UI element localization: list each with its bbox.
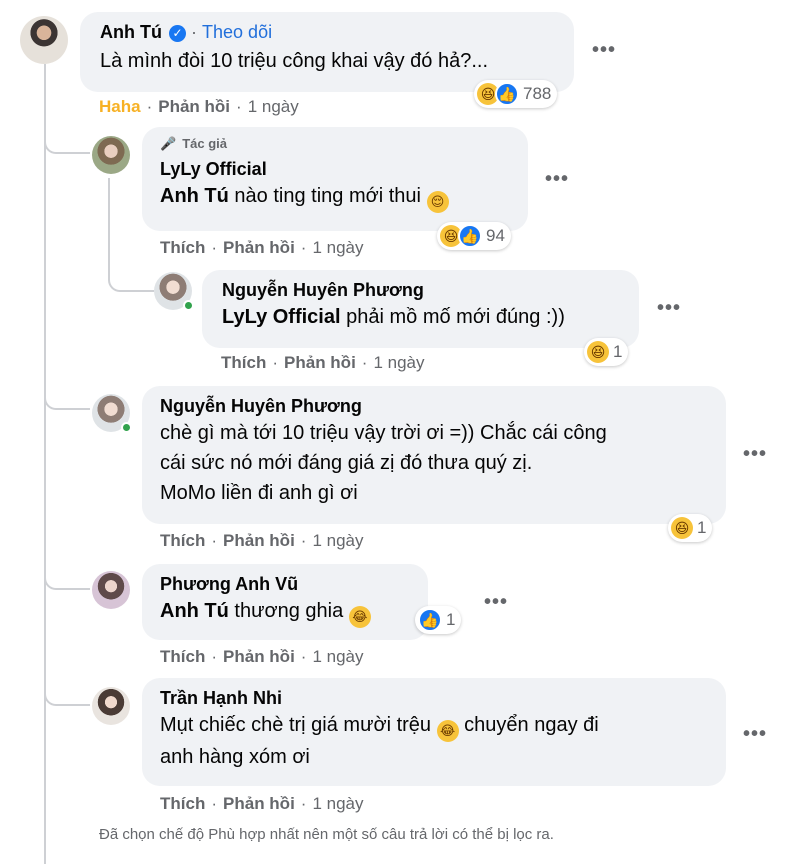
avatar[interactable] bbox=[92, 136, 130, 174]
relieved-emoji-icon: 😌 bbox=[426, 191, 449, 213]
commenter-name[interactable]: Nguyễn Huyên Phương bbox=[222, 278, 627, 302]
avatar[interactable] bbox=[92, 394, 132, 433]
comment-text-line: anh hàng xóm ơi bbox=[160, 746, 310, 768]
online-status-icon bbox=[121, 422, 132, 433]
more-options-icon[interactable]: ••• bbox=[657, 298, 681, 318]
thread-line bbox=[44, 64, 46, 864]
more-options-icon[interactable]: ••• bbox=[484, 592, 508, 612]
reaction-count: 788 bbox=[523, 84, 552, 103]
filter-notice: Đã chọn chế độ Phù hợp nhất nên một số c… bbox=[99, 826, 554, 843]
commenter-name[interactable]: Anh Tú bbox=[100, 22, 162, 42]
commenter-name[interactable]: Nguyễn Huyên Phương bbox=[160, 394, 714, 418]
tears-of-joy-emoji-icon: 😂 bbox=[348, 606, 371, 628]
comment-actions: Thích · Phản hồi · 1 ngày bbox=[160, 238, 364, 258]
like-reaction-icon: 👍 bbox=[418, 608, 442, 632]
like-button[interactable]: Thích bbox=[160, 647, 205, 667]
reaction-count: 1 bbox=[446, 610, 456, 629]
more-options-icon[interactable]: ••• bbox=[545, 169, 569, 189]
reaction-count: 1 bbox=[697, 518, 707, 537]
commenter-name[interactable]: LyLy Official bbox=[160, 157, 516, 181]
reaction-count: 94 bbox=[486, 226, 505, 245]
reply-button[interactable]: Phản hồi bbox=[223, 238, 295, 258]
thread-curve bbox=[44, 128, 90, 154]
avatar[interactable] bbox=[154, 272, 194, 311]
comment-text-line: cái sức nó mới đáng giá zị đó thưa quý z… bbox=[160, 452, 533, 474]
comment-text: Anh Tú nào ting ting mới thui 😌 bbox=[160, 181, 516, 213]
reply-button[interactable]: Phản hồi bbox=[223, 647, 295, 667]
haha-reaction-icon: 😆 bbox=[671, 517, 693, 539]
like-reaction-icon: 👍 bbox=[495, 82, 519, 106]
comment-text-line: MoMo liền đi anh gì ơi bbox=[160, 482, 358, 504]
more-options-icon[interactable]: ••• bbox=[743, 444, 767, 464]
haha-button[interactable]: Haha bbox=[99, 97, 141, 117]
comment-bubble: Phương Anh Vũ Anh Tú thương ghia 😂 bbox=[142, 564, 428, 640]
comment-bubble: Nguyễn Huyên Phương LyLy Official phải m… bbox=[202, 270, 639, 348]
more-options-icon[interactable]: ••• bbox=[743, 724, 767, 744]
comment-bubble: 🎤 Tác giả LyLy Official Anh Tú nào ting … bbox=[142, 127, 528, 231]
reply-button[interactable]: Phản hồi bbox=[223, 794, 295, 814]
more-options-icon[interactable]: ••• bbox=[592, 40, 616, 60]
thread-line-nested bbox=[108, 178, 110, 278]
comment-text-line: Mụt chiếc chè trị giá mười trệu 😂 chuyển… bbox=[160, 710, 714, 742]
follow-link[interactable]: Theo dõi bbox=[202, 22, 272, 42]
microphone-icon: 🎤 bbox=[160, 136, 177, 151]
comment-text: LyLy Official phải mồ mố mới đúng :)) bbox=[222, 306, 565, 328]
avatar[interactable] bbox=[20, 16, 68, 64]
comment-text: Là mình đòi 10 triệu công khai vậy đó hả… bbox=[100, 50, 489, 72]
tears-of-joy-emoji-icon: 😂 bbox=[436, 720, 459, 742]
comment-actions: Thích · Phản hồi · 1 ngày bbox=[160, 531, 364, 551]
comment-bubble: Trần Hạnh Nhi Mụt chiếc chè trị giá mười… bbox=[142, 678, 726, 786]
thread-curve bbox=[44, 384, 90, 410]
reaction-count: 1 bbox=[613, 342, 623, 361]
thread-curve-nested bbox=[108, 268, 154, 292]
timestamp[interactable]: 1 ngày bbox=[312, 531, 363, 551]
verified-badge-icon: ✓ bbox=[169, 25, 186, 42]
like-button[interactable]: Thích bbox=[160, 238, 205, 258]
mention-link[interactable]: Anh Tú bbox=[160, 185, 229, 207]
mention-link[interactable]: Anh Tú bbox=[160, 600, 229, 622]
comment-text-line: chè gì mà tới 10 triệu vậy trời ơi =)) C… bbox=[160, 422, 607, 444]
mention-link[interactable]: LyLy Official bbox=[222, 306, 341, 328]
avatar[interactable] bbox=[92, 571, 130, 609]
timestamp[interactable]: 1 ngày bbox=[312, 794, 363, 814]
avatar[interactable] bbox=[92, 687, 130, 725]
comment-bubble: Nguyễn Huyên Phương chè gì mà tới 10 tri… bbox=[142, 386, 726, 524]
reaction-summary[interactable]: 😆 👍 788 bbox=[474, 80, 558, 108]
like-button[interactable]: Thích bbox=[160, 794, 205, 814]
timestamp[interactable]: 1 ngày bbox=[312, 647, 363, 667]
comment-actions: Thích · Phản hồi · 1 ngày bbox=[160, 647, 364, 667]
timestamp[interactable]: 1 ngày bbox=[248, 97, 299, 117]
reply-button[interactable]: Phản hồi bbox=[158, 97, 230, 117]
author-badge: 🎤 Tác giả bbox=[160, 136, 227, 151]
reply-button[interactable]: Phản hồi bbox=[223, 531, 295, 551]
timestamp[interactable]: 1 ngày bbox=[312, 238, 363, 258]
reaction-summary[interactable]: 👍 1 bbox=[415, 606, 462, 634]
like-reaction-icon: 👍 bbox=[458, 224, 482, 248]
reaction-summary[interactable]: 😆 1 bbox=[668, 514, 713, 542]
comment-actions: Haha · Phản hồi · 1 ngày bbox=[99, 97, 299, 117]
reaction-summary[interactable]: 😆 1 bbox=[584, 338, 629, 366]
comment-actions: Thích · Phản hồi · 1 ngày bbox=[160, 794, 364, 814]
reply-button[interactable]: Phản hồi bbox=[284, 353, 356, 373]
comment-text: Anh Tú thương ghia 😂 bbox=[160, 596, 416, 628]
thread-curve bbox=[44, 564, 90, 590]
commenter-name[interactable]: Phương Anh Vũ bbox=[160, 572, 416, 596]
separator: · bbox=[191, 22, 198, 42]
timestamp[interactable]: 1 ngày bbox=[373, 353, 424, 373]
haha-reaction-icon: 😆 bbox=[587, 341, 609, 363]
comment-actions: Thích · Phản hồi · 1 ngày bbox=[221, 353, 425, 373]
reaction-summary[interactable]: 😆 👍 94 bbox=[437, 222, 511, 250]
online-status-icon bbox=[183, 300, 194, 311]
like-button[interactable]: Thích bbox=[160, 531, 205, 551]
thread-curve bbox=[44, 680, 90, 706]
commenter-name[interactable]: Trần Hạnh Nhi bbox=[160, 686, 714, 710]
like-button[interactable]: Thích bbox=[221, 353, 266, 373]
